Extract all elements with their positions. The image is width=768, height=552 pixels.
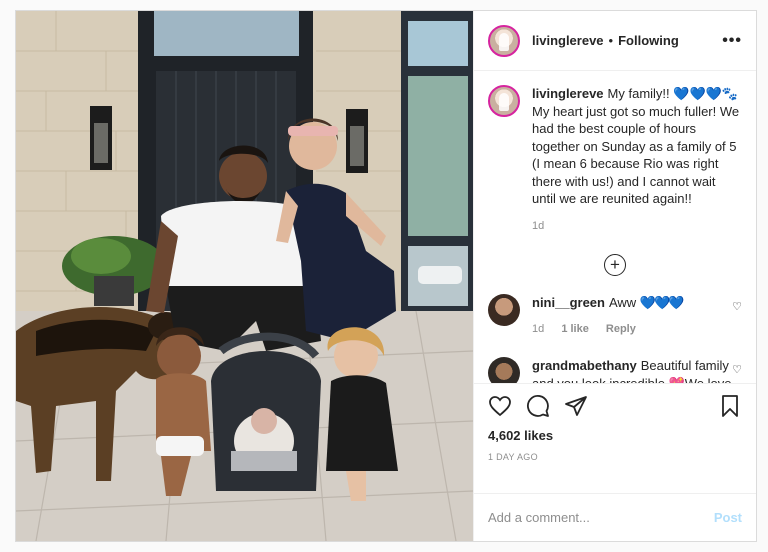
plus-circle-icon[interactable]: + bbox=[604, 253, 626, 276]
heart-outline-icon[interactable]: ♡ bbox=[732, 363, 742, 376]
comment-emoji: 💙💙💙 bbox=[639, 294, 685, 310]
comment-username[interactable]: nini__green bbox=[532, 295, 605, 310]
comment-avatar[interactable] bbox=[488, 357, 520, 383]
post-sidebar: livinglereve • Following ••• livinglerev… bbox=[473, 11, 756, 541]
add-comment-input[interactable]: Add a comment... bbox=[488, 510, 590, 525]
comment-text: Aww bbox=[608, 294, 637, 310]
comment-item: nini__green Aww 💙💙💙 1d 1 like Reply ♡ bbox=[474, 293, 756, 335]
caption-text: My family!! 💙💙💙🐾My heart just got so muc… bbox=[532, 86, 740, 206]
author-username[interactable]: livinglereve bbox=[532, 33, 604, 48]
comment-avatar[interactable] bbox=[488, 293, 520, 326]
heart-outline-icon[interactable]: ♡ bbox=[732, 300, 742, 313]
caption-meta: 1d bbox=[532, 220, 742, 232]
caption-username[interactable]: livinglereve bbox=[532, 86, 604, 101]
load-more-comments[interactable]: + bbox=[474, 253, 756, 276]
bookmark-icon[interactable] bbox=[718, 394, 742, 418]
author-avatar[interactable] bbox=[488, 24, 520, 57]
like-heart-icon[interactable] bbox=[488, 394, 512, 418]
share-paper-plane-icon[interactable] bbox=[564, 394, 588, 418]
comment-text-block: grandmabethany Beautiful family and you l… bbox=[532, 357, 742, 383]
action-icons bbox=[488, 394, 742, 418]
post-header: livinglereve • Following ••• bbox=[474, 11, 756, 71]
comment-username[interactable]: grandmabethany bbox=[532, 358, 637, 373]
comment-likes[interactable]: 1 like bbox=[561, 323, 589, 335]
caption-age[interactable]: 1d bbox=[532, 220, 544, 232]
follow-status-button[interactable]: Following bbox=[618, 33, 679, 48]
comment-item: grandmabethany Beautiful family and you l… bbox=[474, 357, 756, 383]
comment-meta: 1d 1 like Reply bbox=[532, 323, 682, 335]
likes-count[interactable]: 4,602 likes bbox=[488, 428, 742, 443]
comment-age[interactable]: 1d bbox=[532, 323, 544, 335]
caption-avatar[interactable] bbox=[488, 85, 520, 117]
separator-dot: • bbox=[608, 33, 614, 48]
caption-text-block: livinglereve My family!! 💙💙💙🐾My heart jus… bbox=[532, 85, 742, 208]
instagram-post: livinglereve • Following ••• livinglerev… bbox=[15, 10, 757, 542]
post-date[interactable]: 1 DAY AGO bbox=[488, 452, 742, 462]
more-horizontal-icon[interactable]: ••• bbox=[722, 32, 742, 50]
reply-button[interactable]: Reply bbox=[606, 323, 636, 335]
post-comment-button[interactable]: Post bbox=[714, 510, 742, 525]
comments-list[interactable]: livinglereve My family!! 💙💙💙🐾My heart jus… bbox=[474, 71, 756, 383]
post-photo[interactable] bbox=[16, 11, 473, 541]
post-actions: 4,602 likes 1 DAY AGO bbox=[474, 383, 756, 493]
add-comment-bar: Add a comment... Post bbox=[474, 493, 756, 541]
comment-bubble-icon[interactable] bbox=[526, 394, 550, 418]
comment-text-block: nini__green Aww 💙💙💙 bbox=[532, 294, 685, 312]
caption: livinglereve My family!! 💙💙💙🐾My heart jus… bbox=[474, 71, 756, 232]
